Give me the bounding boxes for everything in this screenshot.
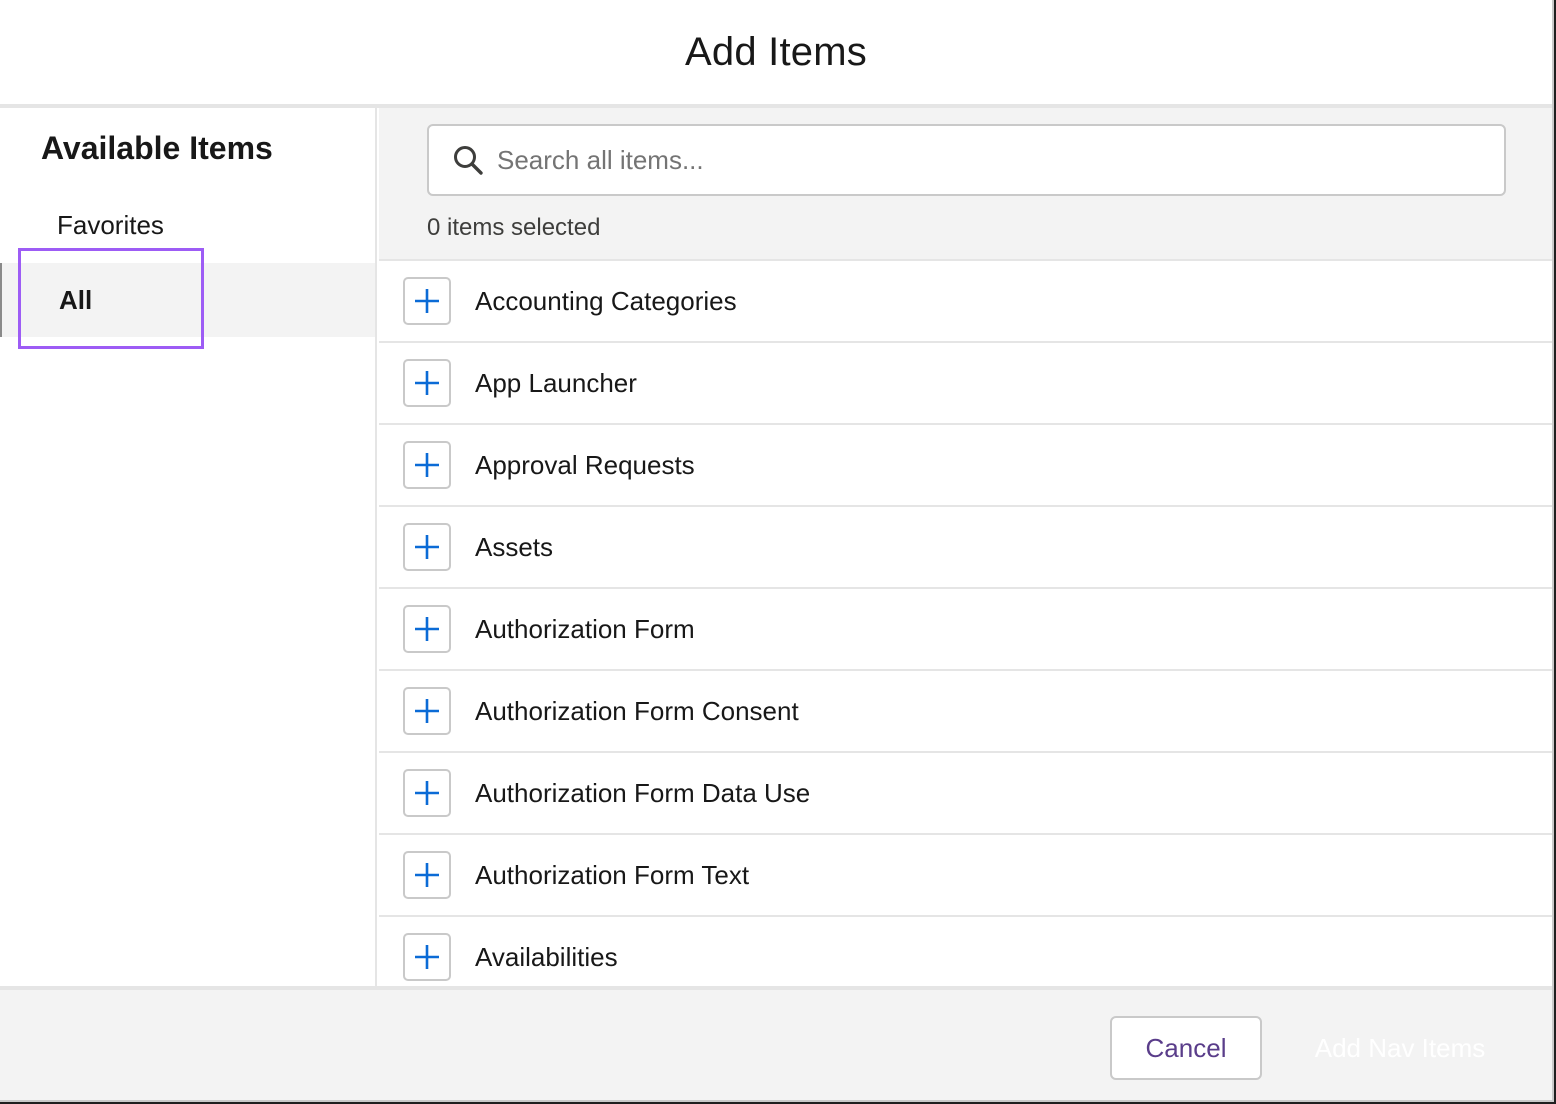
sidebar: Available Items Favorites All <box>0 108 377 986</box>
search-toolbar: 0 items selected <box>379 108 1552 261</box>
modal-title: Add Items <box>685 29 867 74</box>
sidebar-item-label: All <box>59 284 93 315</box>
modal-header: Add Items <box>0 0 1552 108</box>
plus-icon <box>415 863 439 887</box>
items-selected-count: 0 items selected <box>427 214 601 241</box>
sidebar-item-label: Favorites <box>57 209 164 240</box>
list-item: Authorization Form Consent <box>379 671 1552 753</box>
plus-icon <box>415 371 439 395</box>
add-item-button[interactable] <box>403 359 451 407</box>
list-item-label: Authorization Form <box>475 613 695 644</box>
add-items-modal: Add Items Available Items Favorites All <box>0 0 1554 1102</box>
add-item-button[interactable] <box>403 523 451 571</box>
search-input[interactable] <box>495 143 1459 177</box>
add-item-button[interactable] <box>403 605 451 653</box>
add-item-button[interactable] <box>403 687 451 735</box>
add-item-button[interactable] <box>403 851 451 899</box>
list-item: Availabilities <box>379 917 1552 986</box>
add-nav-items-button[interactable]: Add Nav Items <box>1290 1016 1510 1080</box>
list-item: Accounting Categories <box>379 261 1552 343</box>
add-item-button[interactable] <box>403 769 451 817</box>
list-item-label: Assets <box>475 531 554 562</box>
plus-icon <box>415 617 439 641</box>
cancel-button[interactable]: Cancel <box>1110 1016 1262 1080</box>
list-item-label: Availabilities <box>475 941 618 972</box>
list-item: App Launcher <box>379 343 1552 425</box>
main-panel: 0 items selected Accounting Categories <box>379 108 1552 986</box>
item-list[interactable]: Accounting Categories App Launcher Appro… <box>379 261 1552 986</box>
search-icon <box>451 143 485 177</box>
list-item: Authorization Form Text <box>379 835 1552 917</box>
search-box[interactable] <box>427 124 1506 196</box>
modal-footer: Cancel Add Nav Items <box>0 986 1552 1100</box>
plus-icon <box>415 699 439 723</box>
sidebar-item-favorites[interactable]: Favorites <box>0 188 375 262</box>
plus-icon <box>415 945 439 969</box>
list-item-label: Accounting Categories <box>475 285 737 316</box>
list-item-label: Authorization Form Data Use <box>475 777 811 808</box>
plus-icon <box>415 289 439 313</box>
plus-icon <box>415 781 439 805</box>
list-item: Authorization Form Data Use <box>379 753 1552 835</box>
add-item-button[interactable] <box>403 933 451 981</box>
plus-icon <box>415 453 439 477</box>
add-item-button[interactable] <box>403 277 451 325</box>
list-item-label: Authorization Form Text <box>475 859 750 890</box>
sidebar-item-all[interactable]: All <box>0 263 375 337</box>
modal-body: Available Items Favorites All Search all… <box>0 108 1552 986</box>
list-item: Approval Requests <box>379 425 1552 507</box>
sidebar-title: Available Items <box>41 130 273 166</box>
list-item-label: App Launcher <box>475 367 637 398</box>
add-item-button[interactable] <box>403 441 451 489</box>
list-item: Authorization Form <box>379 589 1552 671</box>
list-item-label: Approval Requests <box>475 449 695 480</box>
list-item: Assets <box>379 507 1552 589</box>
plus-icon <box>415 535 439 559</box>
list-item-label: Authorization Form Consent <box>475 695 799 726</box>
